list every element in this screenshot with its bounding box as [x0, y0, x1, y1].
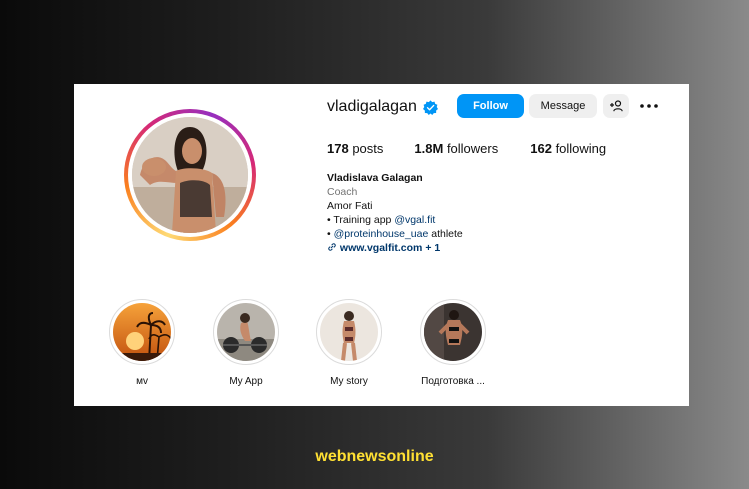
- profile-avatar: [132, 117, 248, 233]
- add-user-button[interactable]: [603, 94, 629, 118]
- bio-line-3: • @proteinhouse_uae athlete: [327, 228, 463, 240]
- verified-badge-icon: [422, 99, 438, 115]
- following-count: 162: [530, 141, 552, 156]
- mention-link-vgal-fit[interactable]: @vgal.fit: [394, 214, 435, 226]
- avatar-photo: [132, 117, 248, 233]
- followers-stat[interactable]: 1.8M followers: [414, 141, 498, 156]
- followers-label: followers: [446, 141, 499, 156]
- bio-category: Coach: [327, 186, 358, 198]
- follow-button[interactable]: Follow: [457, 94, 524, 118]
- message-button[interactable]: Message: [529, 94, 597, 118]
- external-link[interactable]: www.vgalfit.com: [340, 242, 422, 254]
- posts-count: 178: [327, 141, 349, 156]
- watermark-text: webnewsonline: [315, 448, 434, 465]
- highlight-thumbnail: [217, 303, 275, 361]
- profile-avatar-story-ring[interactable]: [124, 109, 256, 241]
- bio-line-2: • Training app @vgal.fit: [327, 214, 436, 226]
- profile-header-row: vladigalagan: [327, 94, 438, 120]
- highlight-item[interactable]: мv: [97, 299, 187, 387]
- highlight-label: My App: [229, 376, 263, 387]
- highlight-label: My story: [330, 376, 368, 387]
- profile-username: vladigalagan: [327, 98, 417, 115]
- profile-bio: Vladislava Galagan Coach Amor Fati • Tra…: [327, 171, 463, 255]
- bio-name: Vladislava Galagan: [327, 172, 423, 184]
- following-label: following: [555, 141, 607, 156]
- more-options-button[interactable]: [639, 96, 659, 116]
- highlight-thumbnail: [113, 303, 171, 361]
- highlight-label: мv: [136, 376, 148, 387]
- highlight-thumbnail: [320, 303, 378, 361]
- followers-count: 1.8M: [414, 141, 444, 156]
- highlight-thumbnail: [424, 303, 482, 361]
- mention-link-proteinhouse[interactable]: @proteinhouse_uae: [334, 228, 429, 240]
- profile-card: vladigalagan Follow Message 178 posts 1.…: [74, 84, 689, 406]
- highlight-item[interactable]: My story: [304, 299, 394, 387]
- highlight-item[interactable]: My App: [201, 299, 291, 387]
- highlight-item[interactable]: Подготовка ...: [408, 299, 498, 387]
- more-options-icon: [640, 104, 658, 108]
- bio-line-1: Amor Fati: [327, 200, 373, 212]
- following-stat[interactable]: 162 following: [530, 141, 606, 156]
- bio-external-links: www.vgalfit.com + 1: [327, 241, 463, 255]
- external-link-more[interactable]: + 1: [425, 242, 440, 254]
- add-user-icon: [610, 100, 623, 112]
- posts-stat: 178 posts: [327, 141, 383, 156]
- link-icon: [328, 243, 336, 251]
- posts-label: posts: [352, 141, 384, 156]
- profile-stats: 178 posts 1.8M followers 162 following: [327, 141, 606, 156]
- highlight-label: Подготовка ...: [421, 376, 485, 387]
